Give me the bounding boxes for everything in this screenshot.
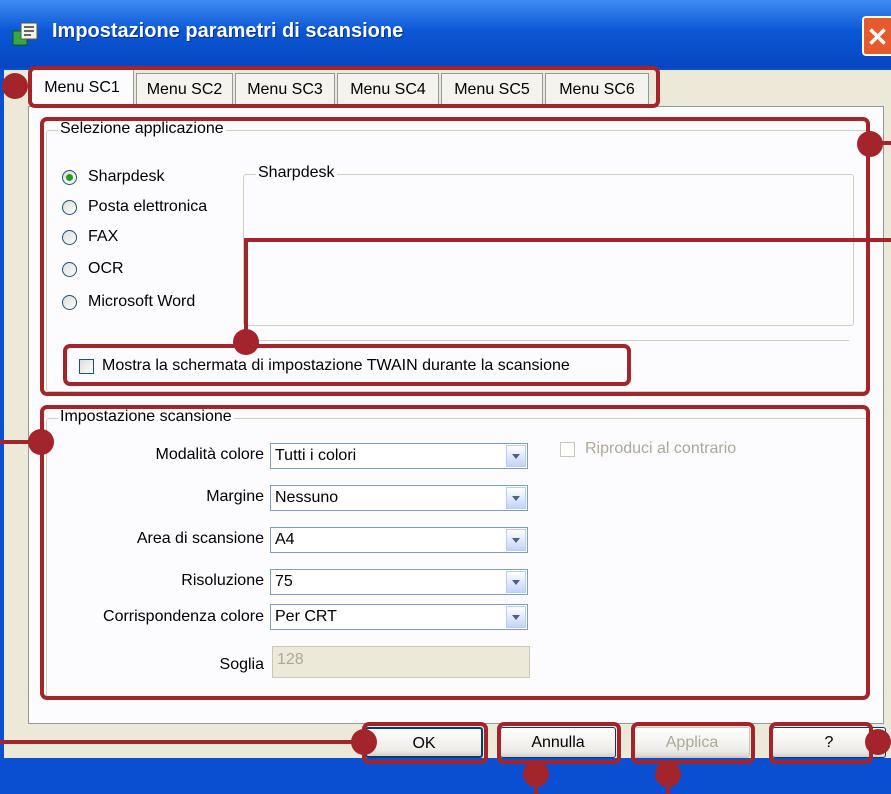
annotation-line-scan-settings: [0, 440, 30, 444]
annotation-line-ok: [0, 740, 354, 744]
annotation-dot-tabs: [2, 73, 28, 99]
window-title: Impostazione parametri di scansione: [52, 20, 404, 42]
annotation-dot-scan-settings: [28, 429, 54, 455]
annotation-line-twain-vertical: [244, 238, 248, 340]
annotation-line-apply: [666, 780, 670, 794]
close-icon: ✕: [866, 22, 889, 52]
annotation-line-twain: [244, 238, 891, 242]
annotation-dot-ok: [351, 729, 377, 755]
scanner-settings-icon: [12, 22, 38, 46]
annotation-line-cancel: [534, 780, 538, 794]
annotation-box-scan-settings: [40, 405, 870, 700]
annotation-box-ok: [362, 722, 488, 764]
annotation-box-twain: [63, 344, 631, 386]
annotation-dot-help: [865, 729, 891, 755]
annotation-line-app-selection: [870, 141, 891, 145]
annotation-box-tabs: [28, 66, 660, 108]
annotation-box-help: [769, 722, 873, 764]
annotation-box-apply: [631, 722, 755, 764]
annotation-box-cancel: [497, 722, 621, 764]
close-button[interactable]: ✕: [862, 16, 891, 56]
